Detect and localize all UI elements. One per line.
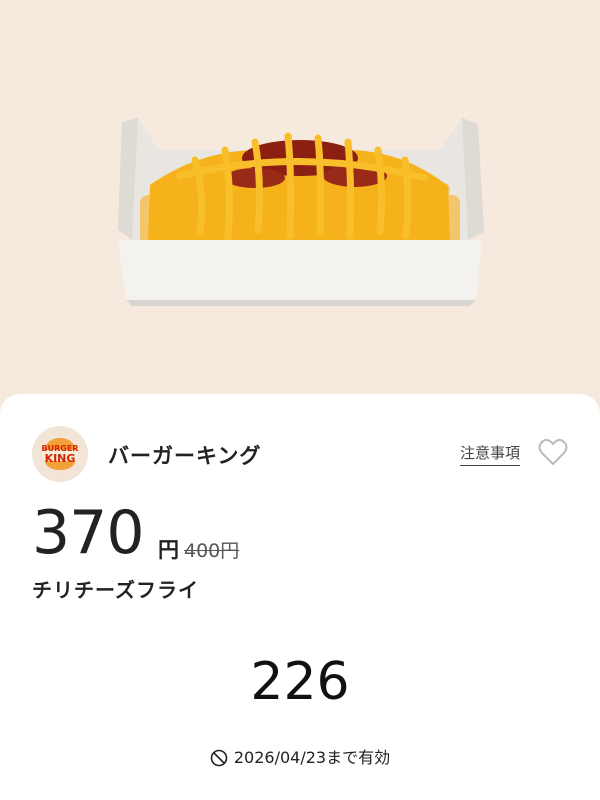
notes-link[interactable]: 注意事項 bbox=[459, 442, 520, 466]
logo-text-bottom: KING bbox=[44, 452, 76, 465]
burger-king-logo-icon: BURGER KING bbox=[32, 426, 88, 482]
brand-row: BURGER KING バーガーキング 注意事項 bbox=[32, 426, 576, 482]
coupon-code: 226 bbox=[250, 652, 350, 712]
expiry: 2026/04/23まで有効 bbox=[0, 744, 600, 771]
price-unit: 円 bbox=[158, 538, 179, 562]
price: 370 bbox=[32, 498, 145, 568]
product-image bbox=[0, 0, 600, 420]
clock-icon bbox=[210, 749, 228, 771]
expiry-text: 2026/04/23まで有効 bbox=[233, 748, 391, 767]
original-price: 400円 bbox=[184, 540, 240, 562]
heart-outline-icon[interactable] bbox=[538, 438, 568, 466]
brand-name: バーガーキング bbox=[108, 444, 262, 468]
price-row: 370 円 400円 bbox=[32, 498, 552, 568]
product-name: チリチーズフライ bbox=[32, 578, 199, 602]
coupon-card: BURGER KING バーガーキング 注意事項 370 円 400円 チリチー… bbox=[0, 394, 600, 800]
